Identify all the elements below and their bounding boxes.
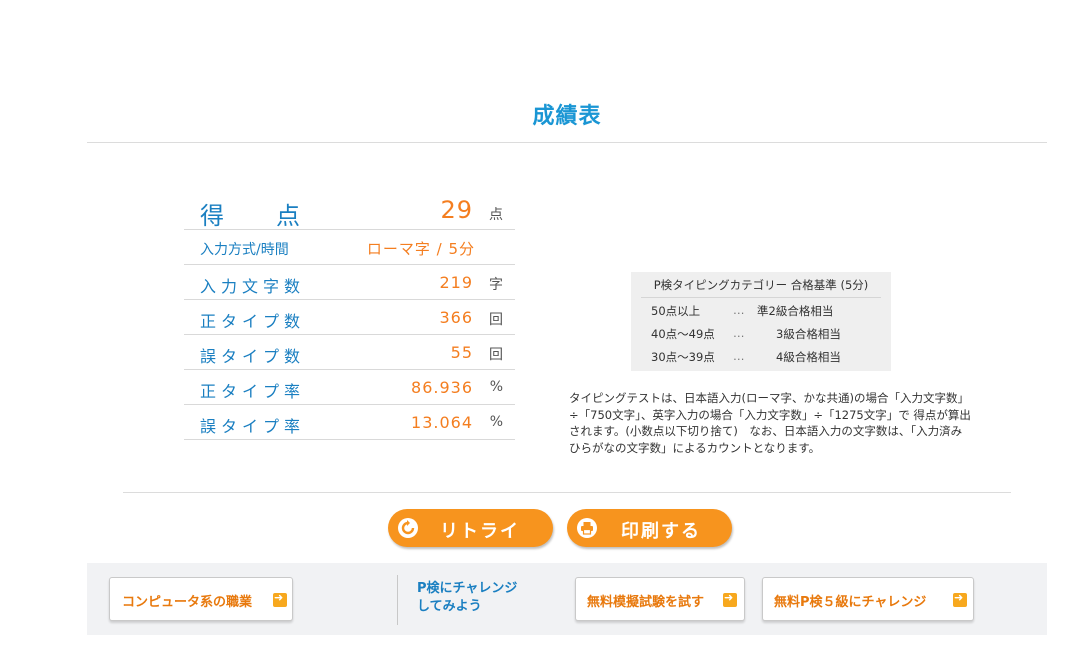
score-row-correct: 正タイプ数 366 回 bbox=[184, 300, 515, 335]
points-value: 29 bbox=[440, 196, 473, 224]
arrow-right-icon bbox=[953, 591, 967, 607]
criteria-row: 30点〜39点 … 4級合格相当 bbox=[651, 349, 841, 364]
page-title: 成績表 bbox=[532, 104, 602, 129]
method-label: 入力方式/時間 bbox=[200, 242, 289, 258]
arrow-right-icon bbox=[723, 591, 737, 607]
errors-value: 55 bbox=[450, 343, 473, 362]
chars-label: 入力文字数 bbox=[200, 277, 306, 296]
challenge-heading: P検にチャレンジ してみよう bbox=[417, 581, 518, 615]
grade5-challenge-button[interactable]: 無料P検５級にチャレンジ bbox=[762, 577, 974, 621]
bottom-link-bar: コンピュータ系の職業 P検にチャレンジ してみよう 無料模擬試験を試す 無料P検… bbox=[87, 563, 1047, 635]
points-label: 得点 bbox=[200, 202, 300, 230]
print-button[interactable]: 印刷する bbox=[567, 509, 732, 547]
printer-icon bbox=[577, 518, 597, 538]
divider bbox=[123, 492, 1011, 493]
correct-unit: 回 bbox=[489, 312, 503, 328]
divider bbox=[641, 297, 881, 298]
arrow-right-icon bbox=[273, 591, 287, 607]
score-row-points: 得点 29 点 bbox=[184, 194, 515, 230]
score-row-correct-rate: 正タイプ率 86.936 % bbox=[184, 370, 515, 405]
correct-value: 366 bbox=[439, 308, 473, 327]
criteria-row: 40点〜49点 … 3級合格相当 bbox=[651, 326, 841, 341]
error-rate-value: 13.064 bbox=[411, 413, 473, 432]
score-row-chars: 入力文字数 219 字 bbox=[184, 265, 515, 300]
mock-exam-button[interactable]: 無料模擬試験を試す bbox=[575, 577, 745, 621]
score-table: 得点 29 点 入力方式/時間 ローマ字 / 5分 入力文字数 219 字 正タ… bbox=[184, 194, 515, 440]
print-label: 印刷する bbox=[621, 521, 701, 542]
points-unit: 点 bbox=[489, 207, 503, 223]
criteria-box: P検タイピングカテゴリー 合格基準 (5分) 50点以上 … 準2級合格相当 4… bbox=[631, 272, 891, 371]
score-row-method: 入力方式/時間 ローマ字 / 5分 bbox=[184, 230, 515, 265]
score-row-errors: 誤タイプ数 55 回 bbox=[184, 335, 515, 370]
errors-label: 誤タイプ数 bbox=[200, 347, 306, 366]
criteria-row: 50点以上 … 準2級合格相当 bbox=[651, 303, 834, 318]
errors-unit: 回 bbox=[489, 347, 503, 363]
correct-rate-value: 86.936 bbox=[411, 378, 473, 397]
career-link-button[interactable]: コンピュータ系の職業 bbox=[109, 577, 293, 621]
divider bbox=[397, 575, 398, 625]
chars-unit: 字 bbox=[489, 277, 503, 293]
retry-icon bbox=[398, 518, 418, 538]
error-rate-unit: % bbox=[489, 414, 503, 430]
correct-label: 正タイプ数 bbox=[200, 312, 306, 331]
retry-label: リトライ bbox=[440, 521, 520, 542]
score-description: タイピングテストは、日本語入力(ローマ字、かな共通)の場合「入力文字数」÷「75… bbox=[569, 391, 971, 456]
method-value: ローマ字 / 5分 bbox=[366, 240, 475, 258]
score-row-error-rate: 誤タイプ率 13.064 % bbox=[184, 405, 515, 440]
retry-button[interactable]: リトライ bbox=[388, 509, 553, 547]
criteria-heading: P検タイピングカテゴリー 合格基準 (5分) bbox=[653, 278, 869, 292]
error-rate-label: 誤タイプ率 bbox=[200, 417, 306, 436]
correct-rate-label: 正タイプ率 bbox=[200, 382, 306, 401]
divider bbox=[87, 142, 1047, 143]
chars-value: 219 bbox=[439, 273, 473, 292]
correct-rate-unit: % bbox=[489, 379, 503, 395]
